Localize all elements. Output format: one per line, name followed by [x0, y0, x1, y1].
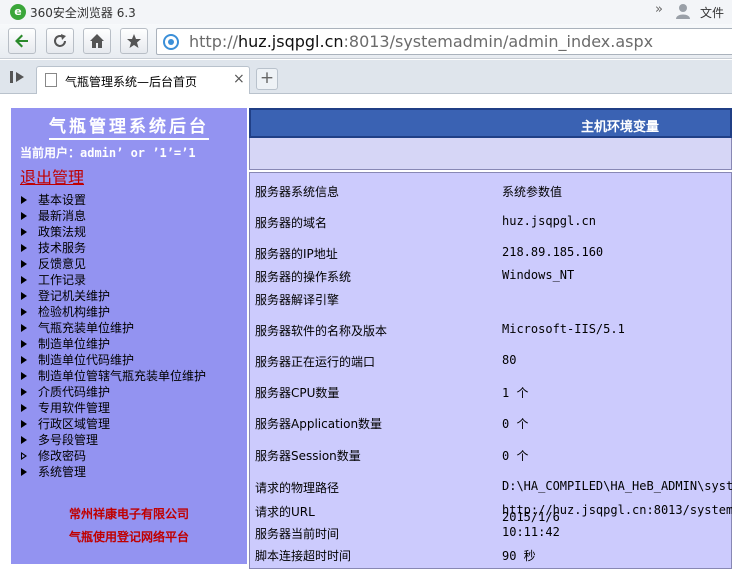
expand-arrow-icon	[21, 308, 27, 316]
admin-sidebar: 气瓶管理系统后台 当前用户：admin’ or ’1’=’1 退出管理 基本设置…	[11, 108, 247, 564]
system-title: 气瓶管理系统后台	[11, 112, 247, 140]
env-panel-subbar	[249, 138, 732, 170]
menu-item-feedback[interactable]: 反馈意见	[21, 256, 206, 272]
expand-arrow-icon	[21, 212, 27, 220]
browser-title-bar: e 360安全浏览器 6.3 » 文件	[0, 0, 732, 24]
tab-title: 气瓶管理系统—后台首页	[65, 75, 198, 89]
browser-toolbar: http://huz.jsqpgl.cn:8013/systemadmin/ad…	[0, 24, 732, 59]
menu-item-number-segment[interactable]: 多号段管理	[21, 432, 206, 448]
env-panel-header: 主机环境变量	[249, 108, 732, 138]
menu-item-filling-unit[interactable]: 气瓶充装单位维护	[21, 320, 206, 336]
refresh-icon	[54, 34, 66, 47]
address-text[interactable]: http://huz.jsqpgl.cn:8013/systemadmin/ad…	[189, 32, 653, 51]
expand-arrow-icon	[21, 196, 27, 204]
home-icon	[90, 34, 104, 48]
user-account-icon[interactable]	[674, 2, 692, 20]
menu-item-basic-settings[interactable]: 基本设置	[21, 192, 206, 208]
expand-arrow-icon	[21, 340, 27, 348]
expand-arrow-icon	[21, 260, 27, 268]
menu-item-tech-service[interactable]: 技术服务	[21, 240, 206, 256]
back-button[interactable]	[8, 28, 36, 54]
expand-arrow-icon	[21, 244, 27, 252]
address-bar[interactable]: http://huz.jsqpgl.cn:8013/systemadmin/ad…	[156, 28, 732, 55]
reload-button[interactable]	[46, 28, 74, 54]
tab-close-icon[interactable]: ×	[233, 71, 245, 87]
menu-item-region[interactable]: 行政区域管理	[21, 416, 206, 432]
sidebar-toggle-icon[interactable]	[10, 70, 26, 84]
expand-arrow-icon	[21, 388, 27, 396]
expand-arrow-icon	[21, 436, 27, 444]
menu-item-manufacturer-filling-unit[interactable]: 制造单位管辖气瓶充装单位维护	[21, 368, 206, 384]
menu-item-inspection-agency[interactable]: 检验机构维护	[21, 304, 206, 320]
expand-arrow-icon	[21, 324, 27, 332]
menu-item-latest-news[interactable]: 最新消息	[21, 208, 206, 224]
menu-item-system-management[interactable]: 系统管理	[21, 464, 206, 480]
current-user: 当前用户：admin’ or ’1’=’1	[20, 146, 196, 160]
env-table: 服务器系统信息 系统参数值 服务器的域名 huz.jsqpgl.cn 服务器的IP地…	[249, 172, 732, 569]
menu-item-manufacturer[interactable]: 制造单位维护	[21, 336, 206, 352]
expand-arrow-icon	[21, 356, 27, 364]
env-panel: 主机环境变量 服务器系统信息 系统参数值 服务器的域名 huz.jsqpgl.cn …	[249, 108, 732, 569]
page-security-icon	[163, 34, 179, 50]
expand-arrow-icon	[21, 372, 27, 380]
new-tab-button[interactable]: +	[256, 68, 278, 90]
system-title-text: 气瓶管理系统后台	[49, 117, 209, 140]
browser-title: 360安全浏览器 6.3	[30, 6, 136, 20]
admin-menu: 基本设置 最新消息 政策法规 技术服务 反馈意见 工作记录 登记机关维护 检验机…	[21, 192, 206, 480]
expand-arrow-outline-icon	[21, 452, 27, 460]
expand-arrow-icon	[21, 404, 27, 412]
favorites-button[interactable]	[120, 28, 148, 54]
chevron-double-right-icon[interactable]: »	[655, 2, 663, 17]
file-menu[interactable]: 文件	[700, 4, 724, 21]
menu-item-medium-code[interactable]: 介质代码维护	[21, 384, 206, 400]
footer-company: 常州祥康电子有限公司	[68, 507, 189, 521]
menu-item-change-password[interactable]: 修改密码	[21, 448, 206, 464]
address-domain: huz.jsqpgl.cn	[238, 32, 344, 51]
menu-item-registration-authority[interactable]: 登记机关维护	[21, 288, 206, 304]
expand-arrow-icon	[21, 276, 27, 284]
web-page: 气瓶管理系统后台 当前用户：admin’ or ’1’=’1 退出管理 基本设置…	[0, 95, 732, 569]
menu-item-software[interactable]: 专用软件管理	[21, 400, 206, 416]
expand-arrow-icon	[21, 468, 27, 476]
menu-item-manufacturer-code[interactable]: 制造单位代码维护	[21, 352, 206, 368]
footer-platform: 气瓶使用登记网络平台	[68, 530, 189, 544]
expand-arrow-icon	[21, 420, 27, 428]
menu-item-work-log[interactable]: 工作记录	[21, 272, 206, 288]
env-panel-title: 主机环境变量	[581, 120, 660, 135]
address-path: :8013/systemadmin/admin_index.aspx	[343, 32, 654, 51]
menu-item-policies[interactable]: 政策法规	[21, 224, 206, 240]
address-scheme: http://	[189, 32, 239, 51]
document-icon	[45, 73, 57, 87]
star-icon	[127, 34, 141, 48]
logout-link[interactable]: 退出管理	[20, 164, 84, 188]
browser-logo-icon: e	[10, 4, 26, 20]
tab-admin-home[interactable]: 气瓶管理系统—后台首页 ×	[36, 66, 250, 94]
expand-arrow-icon	[21, 228, 27, 236]
expand-arrow-icon	[21, 292, 27, 300]
tab-bar: 气瓶管理系统—后台首页 × +	[0, 60, 732, 94]
arrow-left-icon	[15, 34, 28, 48]
home-button[interactable]	[83, 28, 111, 54]
